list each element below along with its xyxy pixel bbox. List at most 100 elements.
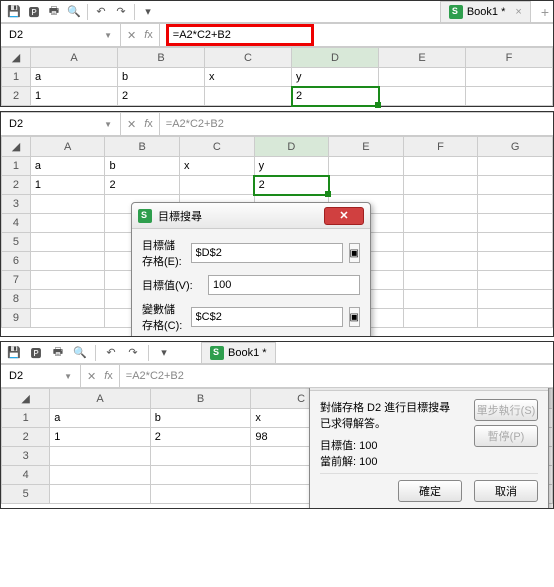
row-header[interactable]: 1	[2, 409, 50, 428]
spreadsheet-grid[interactable]: ◢ A B C D E F 1 a b x y 2 1 2	[1, 47, 553, 106]
cell[interactable]: b	[118, 68, 205, 87]
cell[interactable]	[478, 233, 553, 252]
cancel-formula-icon[interactable]: ✕	[127, 29, 136, 42]
formula-input[interactable]: =A2*C2+B2	[120, 365, 553, 387]
ref-picker-icon[interactable]: ▣	[349, 243, 360, 263]
cell[interactable]	[180, 176, 255, 195]
cell[interactable]: 2	[150, 428, 251, 447]
cell[interactable]	[478, 290, 553, 309]
redo-icon[interactable]: ↷	[124, 344, 142, 362]
cell[interactable]	[30, 233, 105, 252]
row-header[interactable]: 2	[2, 87, 31, 106]
row-header[interactable]: 6	[2, 252, 31, 271]
cell[interactable]	[403, 252, 478, 271]
cell[interactable]	[30, 252, 105, 271]
formula-input[interactable]: =A2*C2+B2	[160, 24, 553, 46]
cell[interactable]: 1	[31, 87, 118, 106]
redo-icon[interactable]: ↷	[112, 3, 130, 21]
cell[interactable]	[403, 214, 478, 233]
cell[interactable]	[478, 195, 553, 214]
chevron-down-icon[interactable]: ▼	[64, 372, 72, 381]
cell[interactable]	[50, 485, 151, 504]
pdf-icon[interactable]: 🅿	[27, 344, 45, 362]
row-header[interactable]: 8	[2, 290, 31, 309]
cell[interactable]	[403, 290, 478, 309]
cell[interactable]	[403, 309, 478, 328]
dialog-titlebar[interactable]: 目標搜尋 ✕	[132, 203, 370, 229]
col-header[interactable]: C	[180, 137, 255, 157]
close-tab-icon[interactable]: ×	[515, 6, 521, 18]
cell[interactable]	[150, 466, 251, 485]
cell[interactable]	[205, 87, 292, 106]
cell[interactable]: y	[254, 157, 329, 176]
fx-icon[interactable]: fx	[144, 29, 153, 41]
cell[interactable]	[478, 176, 553, 195]
cell[interactable]	[379, 87, 466, 106]
dropdown-icon[interactable]: ▾	[139, 3, 157, 21]
col-header[interactable]: A	[30, 137, 105, 157]
cell[interactable]: 2	[105, 176, 180, 195]
row-header[interactable]: 2	[2, 428, 50, 447]
cell[interactable]	[466, 87, 553, 106]
col-header[interactable]: B	[150, 389, 251, 409]
row-header[interactable]: 3	[2, 447, 50, 466]
ref-picker-icon[interactable]: ▣	[349, 307, 360, 327]
name-box[interactable]: D2 ▼	[1, 113, 121, 135]
cell[interactable]	[478, 157, 553, 176]
col-header[interactable]: E	[379, 48, 466, 68]
row-header[interactable]: 3	[2, 195, 31, 214]
target-cell-input[interactable]	[191, 243, 343, 263]
cell[interactable]: 1	[50, 428, 151, 447]
pdf-icon[interactable]: 🅿	[25, 3, 43, 21]
row-header[interactable]: 5	[2, 485, 50, 504]
cancel-formula-icon[interactable]: ✕	[127, 118, 136, 131]
cell[interactable]	[50, 447, 151, 466]
cell[interactable]: x	[180, 157, 255, 176]
print-icon[interactable]: 🖶	[49, 344, 67, 362]
undo-icon[interactable]: ↶	[102, 344, 120, 362]
active-cell[interactable]: 2	[292, 87, 379, 106]
row-header[interactable]: 9	[2, 309, 31, 328]
cell[interactable]	[478, 309, 553, 328]
row-header[interactable]: 5	[2, 233, 31, 252]
close-icon[interactable]: ✕	[324, 207, 364, 225]
name-box[interactable]: D2 ▼	[1, 24, 121, 46]
document-tab[interactable]: Book1 * ×	[440, 1, 531, 22]
col-header[interactable]: C	[205, 48, 292, 68]
cell[interactable]	[478, 214, 553, 233]
col-header[interactable]: F	[403, 137, 478, 157]
col-header[interactable]: A	[31, 48, 118, 68]
cell[interactable]	[150, 447, 251, 466]
undo-icon[interactable]: ↶	[92, 3, 110, 21]
ok-button[interactable]: 確定	[398, 480, 462, 502]
cell[interactable]	[403, 157, 478, 176]
row-header[interactable]: 1	[2, 157, 31, 176]
col-header[interactable]: D	[292, 48, 379, 68]
cell[interactable]	[379, 68, 466, 87]
select-all-corner[interactable]: ◢	[2, 137, 31, 157]
preview-icon[interactable]: 🔍	[65, 3, 83, 21]
preview-icon[interactable]: 🔍	[71, 344, 89, 362]
cell[interactable]	[30, 214, 105, 233]
dropdown-icon[interactable]: ▾	[155, 344, 173, 362]
cell[interactable]: a	[30, 157, 105, 176]
cell[interactable]	[478, 271, 553, 290]
cell[interactable]: 1	[30, 176, 105, 195]
fx-icon[interactable]: fx	[144, 118, 153, 130]
col-header[interactable]: G	[478, 137, 553, 157]
cell[interactable]	[30, 290, 105, 309]
variable-cell-input[interactable]	[191, 307, 343, 327]
row-header[interactable]: 4	[2, 214, 31, 233]
cell[interactable]	[403, 176, 478, 195]
cell[interactable]: x	[205, 68, 292, 87]
chevron-down-icon[interactable]: ▼	[104, 31, 112, 40]
new-tab-icon[interactable]: +	[541, 4, 549, 20]
save-icon[interactable]: 💾	[5, 344, 23, 362]
cell[interactable]	[30, 271, 105, 290]
fx-icon[interactable]: fx	[104, 370, 113, 382]
cell[interactable]: a	[50, 409, 151, 428]
col-header[interactable]: A	[50, 389, 151, 409]
cell[interactable]	[30, 309, 105, 328]
row-header[interactable]: 2	[2, 176, 31, 195]
cancel-button[interactable]: 取消	[474, 480, 538, 502]
